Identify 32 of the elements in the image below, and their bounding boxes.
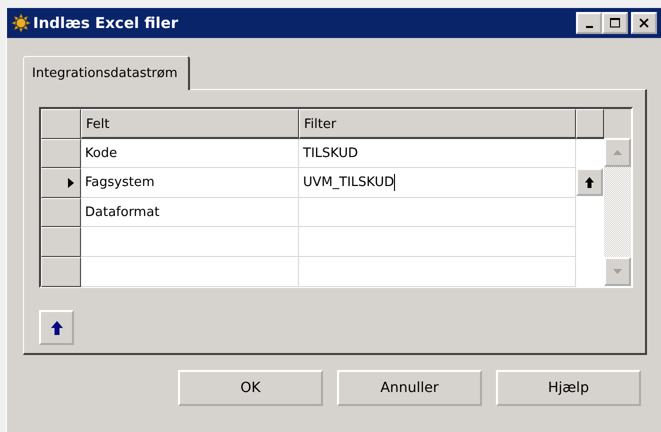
close-button[interactable] (631, 12, 657, 34)
scroll-down-icon (613, 269, 622, 274)
scroll-up-icon (613, 150, 622, 155)
row-header[interactable] (41, 168, 81, 198)
column-header[interactable]: Felt (81, 109, 299, 139)
table-cell: Dataformat (81, 198, 299, 228)
tab[interactable]: Integrationsdatastrøm (23, 56, 190, 90)
column-header[interactable]: Filter (299, 109, 576, 139)
up-arrow-button[interactable] (39, 310, 74, 345)
window-title: Indlæs Excel filer (33, 14, 180, 32)
table-cell: Kode (81, 138, 299, 168)
close-icon (639, 18, 649, 28)
current-row-icon (68, 178, 74, 188)
input-field[interactable]: UVM_TILSKUD (299, 168, 576, 198)
maximize-button[interactable] (602, 12, 628, 34)
minimize-icon (586, 26, 592, 28)
table-cell: TILSKUD (299, 138, 576, 168)
dialog-button[interactable]: OK (178, 370, 323, 406)
lookup-button[interactable] (576, 168, 603, 196)
row-header[interactable] (41, 256, 81, 287)
up-arrow-icon (585, 176, 594, 188)
row-header[interactable] (41, 138, 81, 168)
minimize-button[interactable] (576, 12, 602, 34)
dialog-button[interactable]: Hjælp (496, 370, 641, 406)
row-header[interactable] (41, 198, 81, 228)
dialog-button[interactable]: Annuller (337, 370, 482, 406)
up-arrow-icon (50, 320, 62, 334)
sun-icon (11, 13, 31, 33)
vertical-scrollbar[interactable] (604, 109, 631, 286)
row-header[interactable] (41, 227, 81, 257)
table-cell: Fagsystem (81, 168, 299, 198)
maximize-icon (610, 18, 620, 28)
